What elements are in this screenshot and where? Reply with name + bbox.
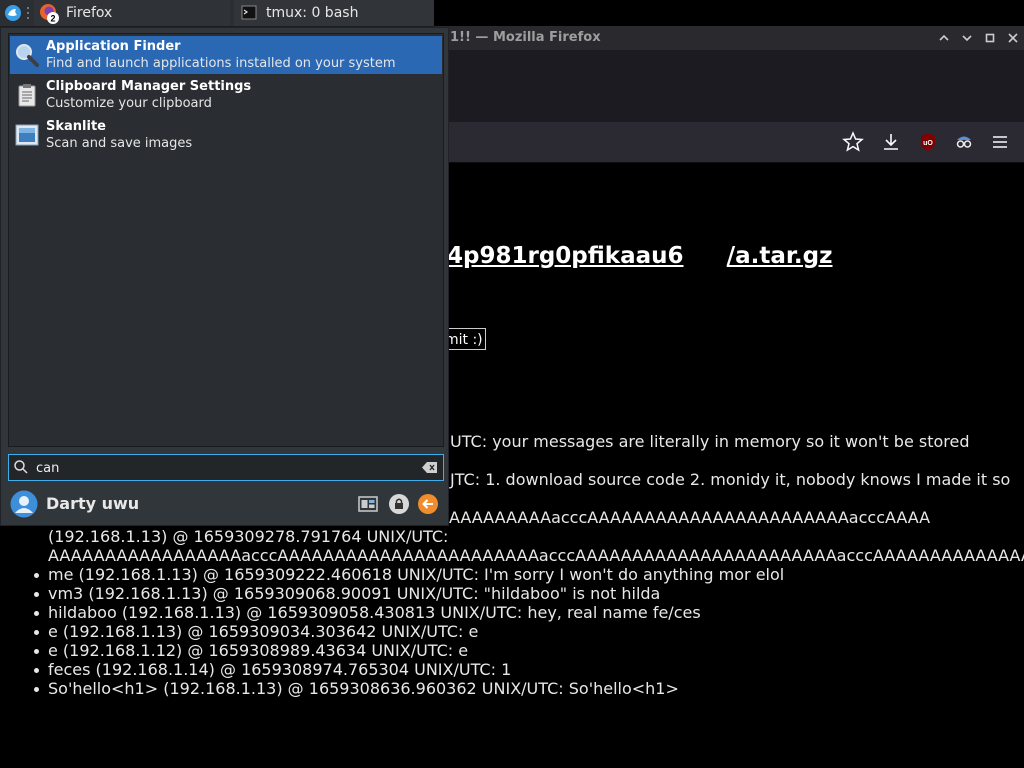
magnifier-icon [16, 44, 39, 67]
list-item: me (192.168.1.13) @ 1659309222.460618 UN… [34, 565, 784, 584]
firefox-icon: 2 [38, 2, 60, 24]
list-item: e (192.168.1.13) @ 1659309034.303642 UNI… [34, 622, 478, 641]
result-title: Application Finder [46, 39, 181, 54]
list-item: So'hello<h1> (192.168.1.13) @ 1659308636… [34, 679, 679, 698]
logout-icon[interactable] [417, 493, 439, 515]
result-item-application-finder[interactable]: Application Finder Find and launch appli… [10, 36, 442, 74]
window-count-badge: 2 [50, 14, 55, 24]
search-input[interactable] [34, 457, 418, 479]
user-bar: Darty uwu [8, 488, 444, 520]
user-name: Darty uwu [46, 494, 140, 513]
taskbar: 2 Firefox tmux: 0 bash [0, 0, 434, 27]
lock-icon[interactable] [388, 493, 410, 515]
maximize-button[interactable] [958, 29, 976, 47]
bullet [34, 573, 39, 578]
ublock-icon[interactable]: uO [916, 130, 940, 154]
page-heading: 4p981rg0pfikaau6 or /a.tar.gz [447, 243, 833, 269]
chevron-down-icon [962, 35, 972, 42]
chevron-up-icon [939, 34, 949, 41]
clipboard-icon [18, 84, 36, 107]
bullet [34, 592, 39, 597]
search-box[interactable] [8, 454, 444, 481]
scanner-icon [15, 124, 39, 146]
window-title: 1!! — Mozilla Firefox [450, 30, 601, 45]
taskbar-item-label: Firefox [66, 5, 113, 21]
message-line: AAAAAAAAAAAAAAAAAacccAAAAAAAAAAAAAAAAAAA… [48, 546, 1024, 565]
bullet [34, 687, 39, 692]
list-item: vm3 (192.168.1.13) @ 1659309068.90091 UN… [34, 584, 660, 603]
message-line: UTC: your messages are literally in memo… [450, 432, 970, 451]
result-title: Skanlite [46, 119, 106, 134]
message-line: AAAAAAAAAacccAAAAAAAAAAAAAAAAAAAAAAAaccc… [449, 508, 931, 527]
square-icon [985, 33, 995, 43]
result-item-clipboard-manager[interactable]: Clipboard Manager Settings Customize you… [10, 76, 442, 114]
result-description: Customize your clipboard [46, 96, 212, 111]
terminal-icon [238, 2, 260, 24]
whisker-menu-icon[interactable] [4, 4, 22, 22]
avatar [10, 490, 38, 518]
taskbar-item-label: tmux: 0 bash [266, 5, 359, 21]
bullet [34, 630, 39, 635]
clear-text-icon[interactable] [422, 461, 438, 474]
bullet [34, 668, 39, 673]
heading-or-text: or [683, 243, 727, 269]
minimize-button[interactable] [935, 29, 953, 47]
taskbar-item-firefox[interactable]: 2 Firefox [34, 0, 230, 26]
extension-spy-icon[interactable] [952, 130, 976, 154]
list-item: feces (192.168.1.14) @ 1659308974.765304… [34, 660, 511, 679]
settings-icon[interactable] [357, 493, 379, 515]
message-line: (192.168.1.13) @ 1659309278.791764 UNIX/… [48, 527, 449, 546]
bullet [34, 649, 39, 654]
restore-button[interactable] [981, 29, 999, 47]
svg-text:uO: uO [923, 140, 933, 147]
result-description: Scan and save images [46, 136, 193, 151]
result-description: Find and launch applications installed o… [46, 56, 396, 71]
search-results-list: Application Finder Find and launch appli… [8, 33, 444, 447]
bookmark-star-icon[interactable] [841, 130, 865, 154]
application-menu: Application Finder Find and launch appli… [0, 27, 449, 526]
close-icon [1008, 33, 1018, 43]
list-item: e (192.168.1.12) @ 1659308989.43634 UNIX… [34, 641, 468, 660]
result-item-skanlite[interactable]: Skanlite Scan and save images [10, 116, 442, 154]
download-icon[interactable] [879, 130, 903, 154]
panel-grip-icon [27, 7, 29, 19]
list-item: hildaboo (192.168.1.13) @ 1659309058.430… [34, 603, 701, 622]
result-title: Clipboard Manager Settings [46, 79, 252, 94]
tarball-link[interactable]: /a.tar.gz [727, 243, 833, 269]
source-link[interactable]: 4p981rg0pfikaau6 [447, 243, 684, 269]
hamburger-menu-icon[interactable] [988, 130, 1012, 154]
tab-strip [434, 50, 1024, 122]
close-button[interactable] [1004, 29, 1022, 47]
search-icon [14, 460, 28, 474]
bullet [34, 611, 39, 616]
taskbar-item-tmux[interactable]: tmux: 0 bash [234, 0, 434, 26]
message-line: JTC: 1. download source code 2. monidy i… [450, 470, 1011, 489]
